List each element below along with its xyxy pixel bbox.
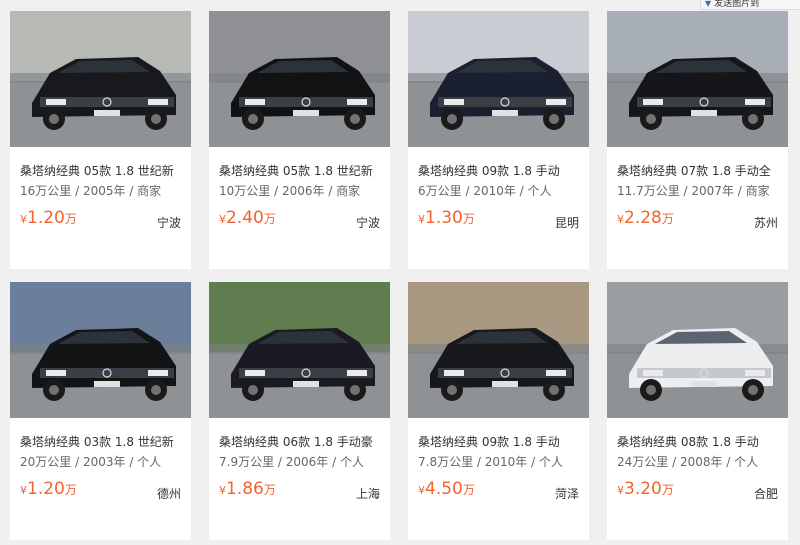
listing-title: 桑塔纳经典 05款 1.8 世纪新	[219, 164, 373, 178]
listing-card[interactable]: 桑塔纳经典 05款 1.8 世纪新 10万公里 / 2006年 / 商家 ¥2.…	[209, 11, 390, 269]
listing-price: ¥4.50万	[418, 479, 475, 499]
listing-card[interactable]: 桑塔纳经典 07款 1.8 手动全 11.7万公里 / 2007年 / 商家 ¥…	[607, 11, 788, 269]
listing-meta: 7.8万公里 / 2010年 / 个人	[418, 455, 563, 469]
listing-meta: 24万公里 / 2008年 / 个人	[617, 455, 759, 469]
car-photo	[10, 282, 191, 418]
car-illustration	[209, 282, 390, 418]
listing-price: ¥1.86万	[219, 479, 276, 499]
listing-title: 桑塔纳经典 09款 1.8 手动	[418, 164, 560, 178]
listing-price: ¥2.28万	[617, 208, 674, 228]
car-illustration	[408, 11, 589, 147]
listing-title: 桑塔纳经典 06款 1.8 手动豪	[219, 435, 373, 449]
send-image-label: 发送图片到	[714, 0, 760, 9]
car-photo	[607, 11, 788, 147]
car-photo	[408, 11, 589, 147]
car-illustration	[607, 282, 788, 418]
listing-price: ¥2.40万	[219, 208, 276, 228]
car-photo	[209, 282, 390, 418]
listing-card[interactable]: 桑塔纳经典 08款 1.8 手动 24万公里 / 2008年 / 个人 ¥3.2…	[607, 282, 788, 540]
car-photo	[10, 11, 191, 147]
listing-city: 宁波	[355, 216, 380, 230]
listing-meta: 11.7万公里 / 2007年 / 商家	[617, 184, 770, 198]
listing-card[interactable]: 桑塔纳经典 09款 1.8 手动 7.8万公里 / 2010年 / 个人 ¥4.…	[408, 282, 589, 540]
listing-card[interactable]: 桑塔纳经典 05款 1.8 世纪新 16万公里 / 2005年 / 商家 ¥1.…	[10, 11, 191, 269]
car-photo	[607, 282, 788, 418]
listing-card[interactable]: 桑塔纳经典 06款 1.8 手动豪 7.9万公里 / 2006年 / 个人 ¥1…	[209, 282, 390, 540]
listing-city: 宁波	[156, 216, 181, 230]
listing-price: ¥1.20万	[20, 208, 77, 228]
car-photo	[209, 11, 390, 147]
share-icon: ▼	[705, 0, 712, 8]
listing-city: 合肥	[753, 487, 778, 501]
car-illustration	[408, 282, 589, 418]
listing-city: 菏泽	[554, 487, 579, 501]
listing-meta: 7.9万公里 / 2006年 / 个人	[219, 455, 364, 469]
listing-meta: 6万公里 / 2010年 / 个人	[418, 184, 552, 198]
car-illustration	[10, 11, 191, 147]
listing-title: 桑塔纳经典 03款 1.8 世纪新	[20, 435, 174, 449]
listing-price: ¥1.30万	[418, 208, 475, 228]
listing-city: 苏州	[753, 216, 778, 230]
listing-city: 德州	[156, 487, 181, 501]
listing-price: ¥1.20万	[20, 479, 77, 499]
listing-meta: 20万公里 / 2003年 / 个人	[20, 455, 162, 469]
car-illustration	[10, 282, 191, 418]
listing-city: 昆明	[554, 216, 579, 230]
car-illustration	[209, 11, 390, 147]
listing-city: 上海	[355, 487, 380, 501]
send-image-button[interactable]: ▼ 发送图片到	[700, 0, 800, 10]
listing-card[interactable]: 桑塔纳经典 03款 1.8 世纪新 20万公里 / 2003年 / 个人 ¥1.…	[10, 282, 191, 540]
car-photo	[408, 282, 589, 418]
listing-meta: 10万公里 / 2006年 / 商家	[219, 184, 361, 198]
car-illustration	[607, 11, 788, 147]
listing-meta: 16万公里 / 2005年 / 商家	[20, 184, 162, 198]
listing-title: 桑塔纳经典 07款 1.8 手动全	[617, 164, 771, 178]
listing-price: ¥3.20万	[617, 479, 674, 499]
listing-title: 桑塔纳经典 05款 1.8 世纪新	[20, 164, 174, 178]
listing-title: 桑塔纳经典 08款 1.8 手动	[617, 435, 759, 449]
listing-title: 桑塔纳经典 09款 1.8 手动	[418, 435, 560, 449]
listing-card[interactable]: 桑塔纳经典 09款 1.8 手动 6万公里 / 2010年 / 个人 ¥1.30…	[408, 11, 589, 269]
